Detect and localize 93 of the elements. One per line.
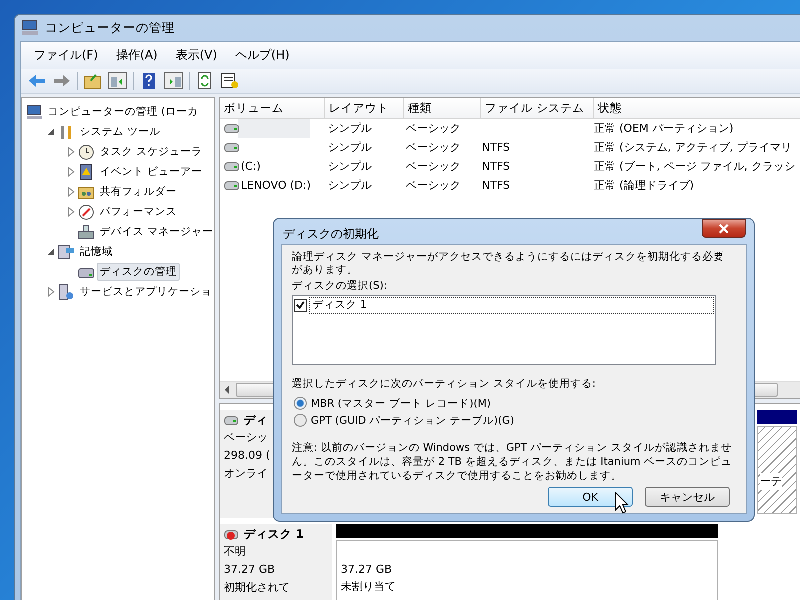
- disk-name: ディスク 1: [244, 527, 304, 542]
- radio-label[interactable]: GPT (GUID パーティション テーブル)(G): [311, 414, 514, 428]
- dialog-title: ディスクの初期化: [283, 226, 379, 243]
- table-row[interactable]: シンプル ベーシック NTFS 正常 (システム, アクティブ, プライマリ: [220, 138, 800, 157]
- table-cell: NTFS: [482, 160, 510, 173]
- partition-header: [757, 410, 797, 424]
- tree-item[interactable]: サービスとアプリケーショ: [77, 283, 215, 301]
- disk-list-label: ディスクの選択(S):: [292, 279, 388, 293]
- partition-block[interactable]: ーテ: [757, 426, 797, 514]
- table-row[interactable]: (C:) シンプル ベーシック NTFS 正常 (ブート, ページ ファイル, クラッシ: [220, 157, 800, 176]
- dialog-message: 論理ディスク マネージャーがアクセスできるようにするにはディスクを初期化する必要があります。: [292, 251, 726, 277]
- server-icon: [58, 284, 75, 300]
- checkbox[interactable]: [294, 299, 307, 312]
- list-item[interactable]: ディスク 1: [309, 297, 714, 314]
- menu-item[interactable]: 操作(A): [109, 44, 165, 67]
- column-header[interactable]: ボリューム: [220, 98, 325, 119]
- menu-item[interactable]: 表示(V): [168, 44, 224, 67]
- tree-item[interactable]: システム ツール: [77, 123, 164, 141]
- partition-label: ーテ: [760, 473, 782, 490]
- close-icon: [718, 224, 730, 234]
- drive-icon: [224, 162, 240, 172]
- tree-item[interactable]: イベント ビューアー: [97, 163, 206, 181]
- table-cell: ベーシック: [406, 121, 461, 136]
- style-label: 選択したディスクに次のパーティション スタイルを使用する:: [292, 377, 597, 391]
- table-cell: シンプル: [328, 159, 372, 174]
- event-log-icon: [78, 164, 95, 180]
- folder-icon[interactable]: [83, 72, 103, 90]
- table-cell: 正常 (ブート, ページ ファイル, クラッシ: [594, 159, 796, 174]
- table-cell: NTFS: [482, 141, 510, 154]
- gauge-icon: [78, 204, 95, 220]
- window-title: コンピューターの管理: [45, 20, 175, 36]
- drive-icon: [224, 124, 240, 134]
- expand-arrow-icon[interactable]: [46, 287, 56, 297]
- drive-icon: [224, 142, 240, 152]
- close-button[interactable]: [702, 219, 746, 238]
- expand-arrow-icon[interactable]: [66, 207, 76, 217]
- table-cell: ベーシック: [406, 140, 461, 155]
- mouse-pointer-icon: [615, 492, 629, 514]
- tree-item[interactable]: デバイス マネージャー: [97, 223, 216, 241]
- radio-label[interactable]: MBR (マスター ブート レコード)(M): [311, 396, 492, 410]
- note-text: 注意: 以前のバージョンの Windows では、GPT パーティション スタイルが認識されません。このスタイルは、容量が 2 TB を超えるディスク、または Itanium ベースのコンピューターで使用されているディスクで使用することをお勧めします。: [292, 441, 734, 483]
- tree-item[interactable]: コンピューターの管理 (ローカ: [45, 103, 202, 121]
- menu-item[interactable]: ファイル(F): [27, 44, 106, 67]
- table-cell: ベーシック: [406, 178, 461, 193]
- table-cell: シンプル: [328, 121, 372, 136]
- clock-icon: [78, 144, 95, 160]
- expand-arrow-icon[interactable]: [66, 167, 76, 177]
- column-header[interactable]: 種類: [404, 98, 481, 119]
- storage-icon: [58, 244, 75, 260]
- table-row[interactable]: LENOVO (D:) シンプル ベーシック NTFS 正常 (論理ドライブ): [220, 176, 800, 195]
- tree-item[interactable]: 共有フォルダー: [97, 183, 180, 201]
- device-icon: [78, 224, 95, 240]
- disk-info: 初期化されて: [224, 580, 290, 596]
- computer-icon: [26, 104, 43, 120]
- tree-item[interactable]: タスク スケジューラ: [97, 143, 206, 161]
- table-cell: 正常 (論理ドライブ): [594, 178, 694, 193]
- radio-button[interactable]: [294, 414, 307, 427]
- table-cell: (C:): [241, 160, 261, 173]
- disk-name: ディ: [244, 413, 268, 428]
- properties-icon[interactable]: [220, 72, 240, 90]
- collapse-arrow-icon[interactable]: [46, 127, 56, 137]
- column-header[interactable]: レイアウト: [325, 98, 404, 119]
- tree-item[interactable]: ディスクの管理: [97, 263, 180, 281]
- disk-info: オンライ: [224, 466, 268, 482]
- forward-arrow-icon[interactable]: [52, 72, 72, 90]
- column-header[interactable]: ファイル システム: [481, 98, 594, 119]
- tree-item[interactable]: パフォーマンス: [97, 203, 180, 221]
- table-cell: シンプル: [328, 178, 372, 193]
- expand-arrow-icon[interactable]: [66, 187, 76, 197]
- disk-info: 298.09 (: [224, 448, 270, 464]
- table-cell: ベーシック: [406, 159, 461, 174]
- back-arrow-icon[interactable]: [27, 72, 47, 90]
- cancel-button[interactable]: キャンセル: [645, 487, 730, 507]
- table-cell: NTFS: [482, 179, 510, 192]
- drive-icon: [224, 180, 240, 190]
- check-icon: [296, 301, 305, 310]
- collapse-arrow-icon[interactable]: [46, 247, 56, 257]
- computer-icon: [21, 20, 39, 36]
- tree-item[interactable]: 記憶域: [77, 243, 116, 261]
- table-cell: LENOVO (D:): [241, 179, 312, 192]
- expand-arrow-icon[interactable]: [66, 147, 76, 157]
- table-cell: シンプル: [328, 140, 372, 155]
- disk-info: 37.27 GB: [224, 562, 276, 578]
- table-cell: 正常 (システム, アクティブ, プライマリ: [594, 140, 792, 155]
- menu-item[interactable]: ヘルプ(H): [228, 44, 297, 67]
- disk-info: 不明: [224, 544, 246, 560]
- table-cell: 正常 (OEM パーティション): [594, 121, 734, 136]
- partition-label: 未割り当て: [341, 578, 396, 595]
- panel-toggle-icon[interactable]: [108, 72, 128, 90]
- radio-button[interactable]: [294, 397, 307, 410]
- disk-info: ベーシッ: [224, 430, 268, 446]
- partition-block[interactable]: 37.27 GB 未割り当て: [336, 540, 718, 600]
- panel-toggle-icon[interactable]: [164, 72, 184, 90]
